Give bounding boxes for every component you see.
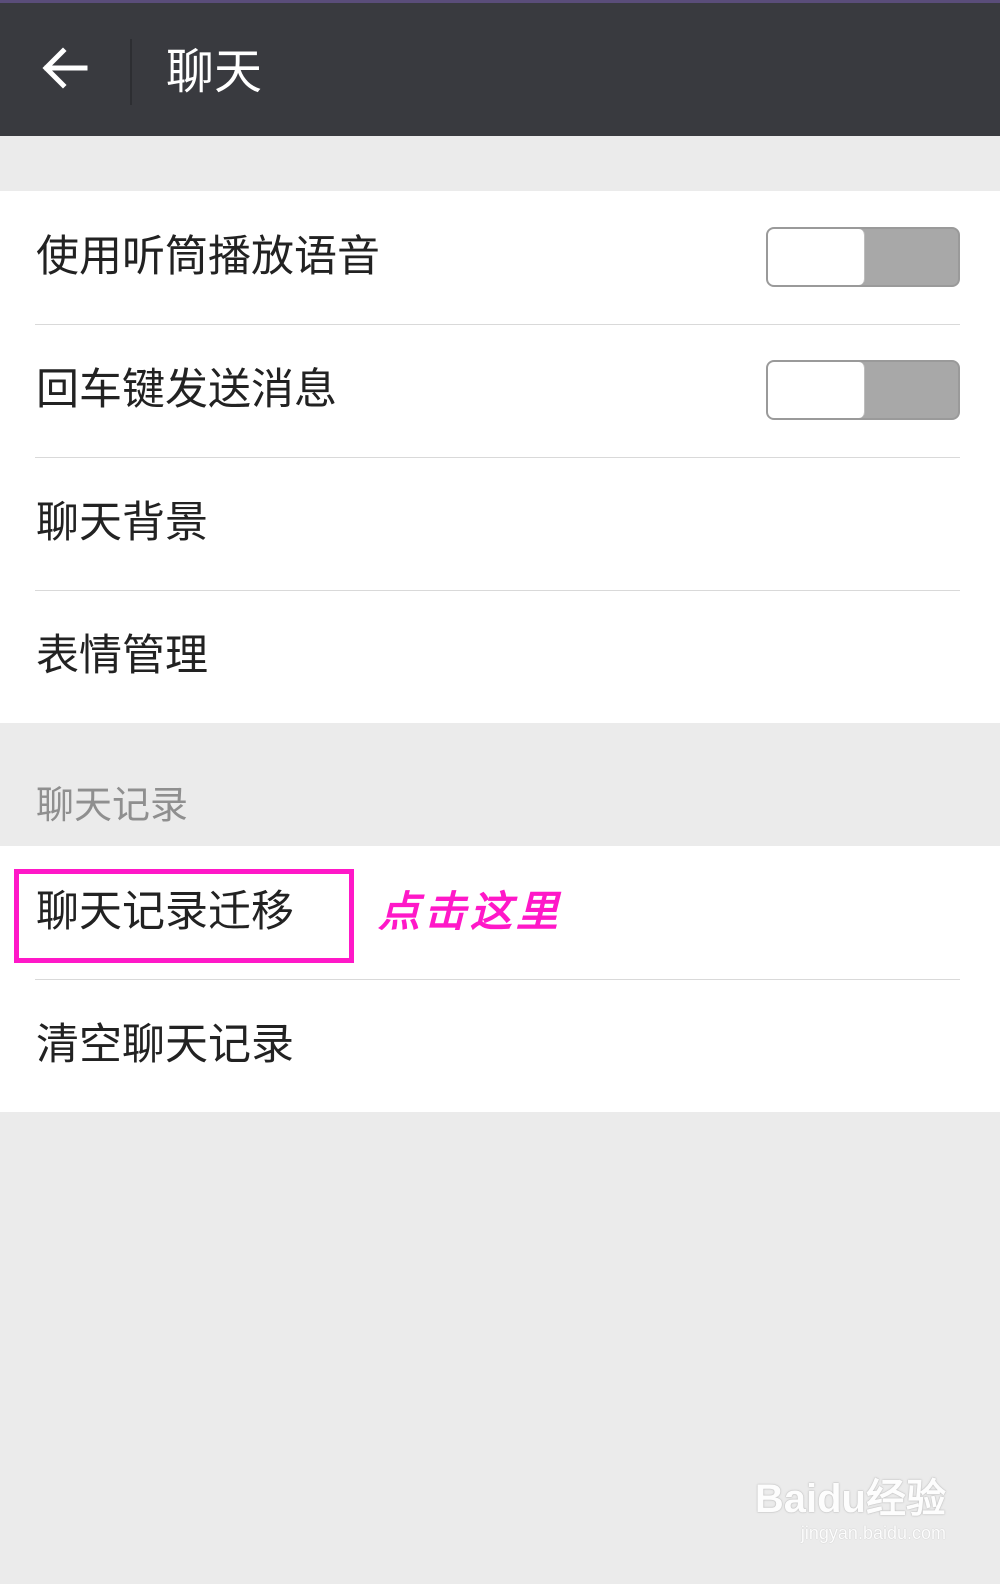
page-title: 聊天: [166, 44, 263, 100]
click-here-annotation: 点击这里: [378, 887, 563, 936]
toolbar-divider: [130, 39, 132, 105]
back-button[interactable]: [30, 33, 100, 103]
earpiece-toggle[interactable]: [766, 227, 960, 287]
section-header-chat-history: 聊天记录: [36, 783, 189, 827]
highlight-box: [14, 869, 354, 963]
setting-label-clear-history: 清空聊天记录: [36, 1020, 294, 1070]
setting-row-clear-history[interactable]: 清空聊天记录: [0, 979, 1000, 1112]
setting-row-chat-background[interactable]: 聊天背景: [0, 457, 1000, 590]
toggle-knob: [768, 362, 865, 418]
setting-label-earpiece: 使用听筒播放语音: [36, 232, 380, 282]
watermark-url: jingyan.baidu.com: [800, 1523, 946, 1543]
setting-label-sticker-management: 表情管理: [36, 631, 208, 681]
top-app-bar: 聊天: [0, 0, 1000, 136]
setting-label-chat-background: 聊天背景: [36, 498, 208, 548]
watermark-logo: Baidu经验: [754, 1477, 946, 1521]
chat-settings-group: 使用听筒播放语音 回车键发送消息 聊天背景 表情管理: [0, 191, 1000, 723]
setting-row-enter-send[interactable]: 回车键发送消息: [0, 324, 1000, 457]
arrow-left-icon: [42, 47, 88, 89]
toggle-knob: [768, 229, 865, 285]
watermark: Baidu经验 jingyan.baidu.com: [755, 1476, 946, 1544]
setting-row-earpiece[interactable]: 使用听筒播放语音: [0, 191, 1000, 324]
setting-row-sticker-management[interactable]: 表情管理: [0, 590, 1000, 723]
enter-send-toggle[interactable]: [766, 360, 960, 420]
setting-label-enter-send: 回车键发送消息: [36, 365, 337, 415]
